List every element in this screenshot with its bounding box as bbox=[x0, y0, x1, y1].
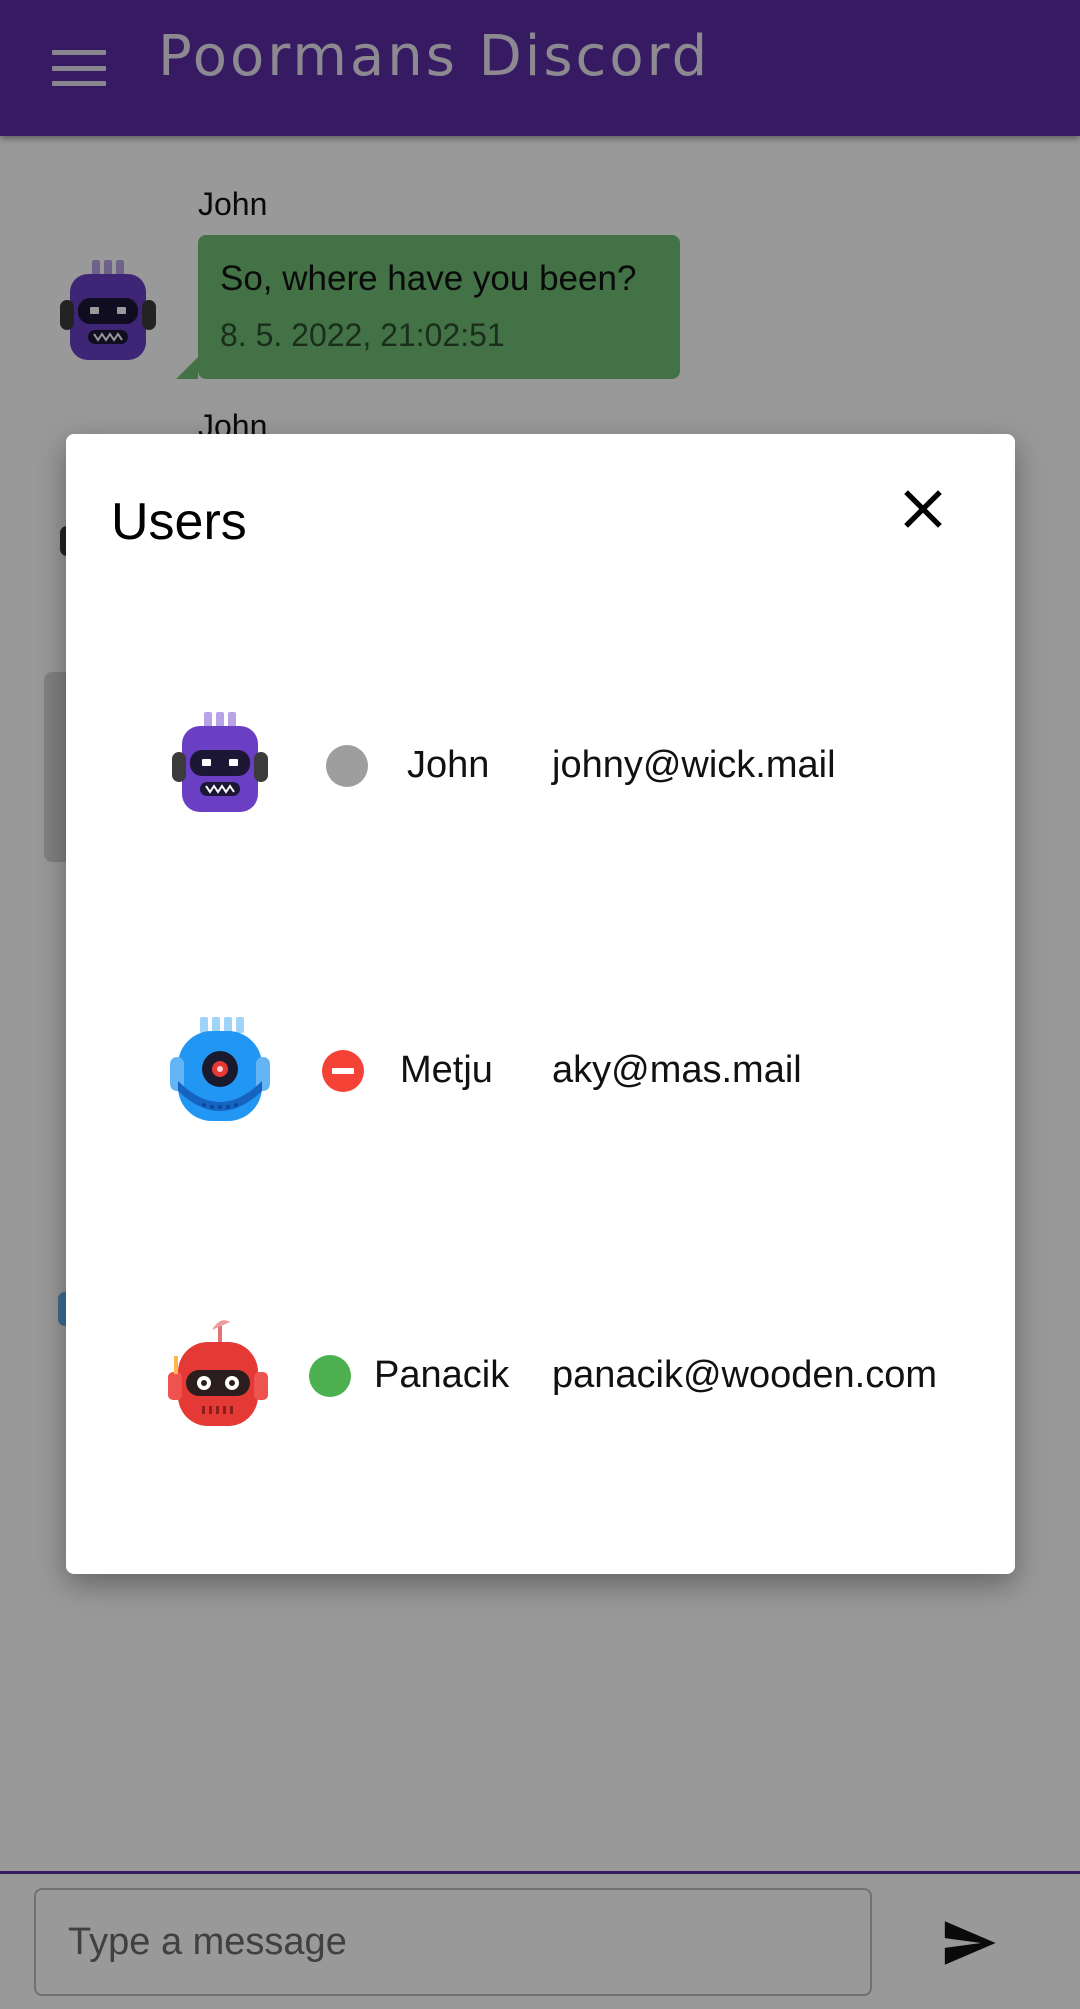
user-email: panacik@wooden.com bbox=[552, 1354, 938, 1396]
user-row[interactable]: Panacik panacik@wooden.com bbox=[66, 1306, 1015, 1446]
user-email: johny@wick.mail bbox=[552, 744, 836, 786]
status-offline-indicator bbox=[326, 745, 368, 787]
user-name: Panacik bbox=[374, 1354, 510, 1396]
purple-robot-icon bbox=[160, 706, 280, 826]
user-name: John bbox=[407, 744, 490, 786]
minus-icon bbox=[332, 1068, 354, 1074]
user-row[interactable]: Metju aky@mas.mail bbox=[66, 1001, 1015, 1141]
user-row[interactable]: John johny@wick.mail bbox=[66, 696, 1015, 836]
user-name: Metju bbox=[400, 1049, 493, 1091]
status-online-indicator bbox=[309, 1355, 351, 1397]
dialog-title: Users bbox=[111, 493, 247, 551]
user-email: aky@mas.mail bbox=[552, 1049, 802, 1091]
close-icon[interactable] bbox=[894, 480, 952, 538]
red-robot-icon bbox=[156, 1316, 276, 1436]
status-dnd-indicator bbox=[322, 1050, 364, 1092]
blue-robot-icon bbox=[160, 1011, 280, 1131]
users-dialog: Users John johny@wick.mail Metju aky@mas… bbox=[66, 434, 1015, 1574]
